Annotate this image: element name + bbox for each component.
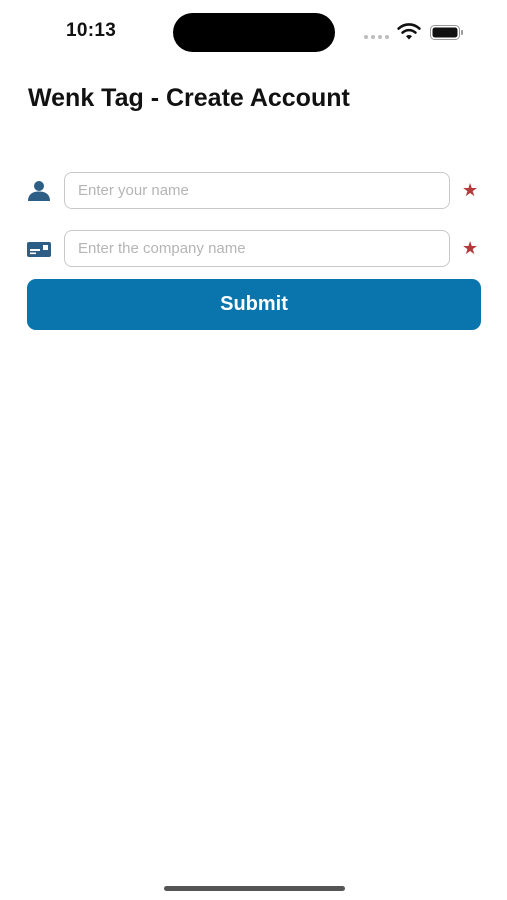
- required-star-icon: ★: [462, 238, 479, 258]
- name-input[interactable]: [64, 172, 450, 209]
- status-time: 10:13: [66, 20, 117, 41]
- id-card-icon: [27, 242, 51, 257]
- home-indicator[interactable]: [164, 886, 345, 891]
- dynamic-island: [173, 13, 335, 52]
- name-field-row: ★: [0, 172, 507, 210]
- company-name-input[interactable]: [64, 230, 450, 267]
- submit-button[interactable]: Submit: [27, 279, 481, 330]
- battery-icon: [430, 25, 463, 40]
- page-title: Wenk Tag - Create Account: [28, 84, 350, 112]
- person-icon: [28, 181, 50, 201]
- cellular-signal-icon: [364, 35, 390, 39]
- status-bar: 10:13: [0, 0, 507, 64]
- wifi-icon: [397, 23, 421, 40]
- required-star-icon: ★: [462, 180, 479, 200]
- company-field-row: ★: [0, 230, 507, 268]
